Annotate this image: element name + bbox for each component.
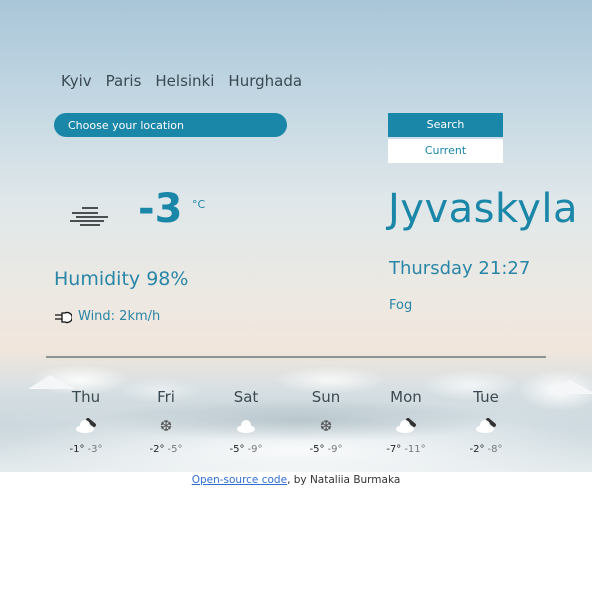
forecast-day: Sat -5° -9° (206, 388, 286, 455)
forecast-day: Tue -2° -8° (446, 388, 526, 455)
forecast-max: -5° (309, 444, 325, 455)
cloud-icon (206, 414, 286, 438)
current-location-button[interactable]: Current (388, 139, 503, 163)
forecast-max: -2° (149, 444, 165, 455)
mountain-peak-left (28, 375, 76, 389)
city-link-helsinki[interactable]: Helsinki (155, 72, 214, 90)
date-time: Thursday 21:27 (389, 258, 531, 279)
forecast-day-name: Sat (233, 388, 259, 406)
cloud-night-icon (46, 414, 126, 438)
city-name: Jyvaskyla (388, 186, 579, 232)
forecast-max: -1° (69, 444, 85, 455)
forecast-day-name: Tue (473, 388, 499, 406)
forecast-day: Fri ❆ -2° -5° (126, 388, 206, 455)
search-button[interactable]: Search (388, 113, 503, 137)
forecast-day: Mon -7° -11° (366, 388, 446, 455)
forecast-min: -9° (247, 444, 263, 455)
source-code-link[interactable]: Open-source code (192, 474, 287, 486)
forecast-max: -2° (469, 444, 485, 455)
wind-speed: Wind: 2km/h (78, 309, 161, 324)
location-search-input[interactable] (54, 113, 287, 137)
wind-info: Wind: 2km/h (54, 309, 160, 324)
snowflake-icon: ❆ (159, 417, 173, 435)
footer-author: , by Nataliia Burmaka (287, 474, 401, 486)
current-temperature: -3 (138, 186, 183, 232)
snowflake-icon: ❆ (319, 417, 333, 435)
city-links: Kyiv Paris Helsinki Hurghada (61, 72, 302, 90)
weather-card: Kyiv Paris Helsinki Hurghada Search Curr… (0, 0, 592, 472)
cloud-night-icon (446, 414, 526, 438)
divider (46, 356, 546, 358)
footer: Open-source code, by Nataliia Burmaka (0, 474, 592, 486)
weather-description: Fog (389, 298, 413, 313)
city-link-hurghada[interactable]: Hurghada (228, 72, 302, 90)
humidity: Humidity 98% (54, 268, 189, 290)
city-link-paris[interactable]: Paris (106, 72, 142, 90)
fog-icon (68, 205, 110, 229)
forecast-min: -11° (404, 444, 426, 455)
forecast-day-name: Mon (390, 388, 422, 406)
forecast-day: Thu -1° -3° (46, 388, 126, 455)
forecast: Thu -1° -3° Fri ❆ -2° -5° Sat -5° -9° Sun ❆… (46, 388, 526, 455)
forecast-min: -9° (327, 444, 343, 455)
forecast-max: -7° (386, 444, 402, 455)
forecast-day: Sun ❆ -5° -9° (286, 388, 366, 455)
forecast-min: -8° (487, 444, 503, 455)
forecast-day-name: Fri (157, 388, 175, 406)
forecast-min: -3° (87, 444, 103, 455)
forecast-day-name: Sun (311, 388, 341, 406)
forecast-max: -5° (229, 444, 245, 455)
mountain-peak-right (548, 380, 592, 394)
city-link-kyiv[interactable]: Kyiv (61, 72, 92, 90)
forecast-min: -5° (167, 444, 183, 455)
cloud-night-icon (366, 414, 446, 438)
wind-icon (55, 311, 72, 323)
forecast-day-name: Thu (71, 388, 101, 406)
temperature-unit[interactable]: °C (192, 198, 205, 211)
